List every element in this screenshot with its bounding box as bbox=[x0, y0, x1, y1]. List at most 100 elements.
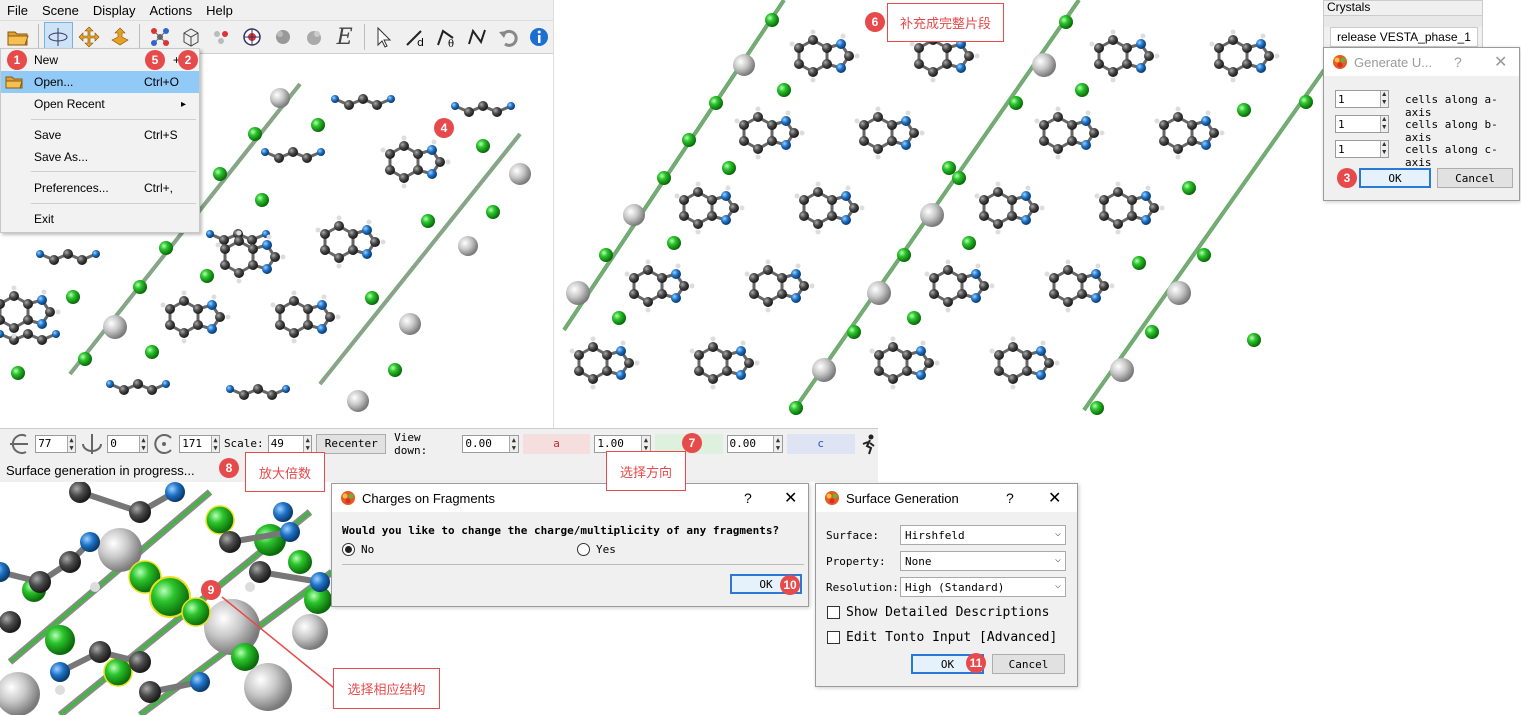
view-c-axis-button[interactable]: c bbox=[786, 433, 855, 454]
rotate-x-input[interactable]: ▲▼ bbox=[35, 434, 76, 453]
rotate-z-input[interactable]: ▲▼ bbox=[179, 434, 220, 453]
callout-select-structure: 选择相应结构 bbox=[333, 668, 440, 709]
menu-actions[interactable]: Actions bbox=[142, 3, 199, 18]
spin-arrows-icon[interactable]: ▲ ▼ bbox=[509, 435, 518, 452]
property-select[interactable]: None ⌵ bbox=[900, 551, 1066, 571]
running-man-icon[interactable] bbox=[859, 433, 878, 455]
rotate-z-value[interactable] bbox=[180, 435, 211, 452]
spin-arrows-icon[interactable]: ▲ ▼ bbox=[210, 435, 219, 452]
cloud-surface-icon[interactable] bbox=[269, 22, 298, 52]
crystals-panel-title: Crystals bbox=[1327, 0, 1371, 14]
surface-select[interactable]: Hirshfeld ⌵ bbox=[900, 525, 1066, 545]
surface-cancel-button[interactable]: Cancel bbox=[992, 654, 1065, 674]
menu-item-exit[interactable]: Exit bbox=[1, 208, 199, 230]
surface-target-icon[interactable] bbox=[238, 22, 267, 52]
a-axis-cells-value[interactable] bbox=[1336, 91, 1380, 107]
c-axis-cells-input[interactable]: ▲▼ bbox=[1335, 140, 1389, 158]
step-marker-4: 4 bbox=[434, 118, 454, 138]
b-axis-cells-value[interactable] bbox=[1336, 116, 1380, 132]
submenu-arrow-icon: ▸ bbox=[181, 98, 187, 110]
menu-item-save-as[interactable]: Save As... bbox=[1, 146, 199, 168]
step-marker-1: 1 bbox=[7, 50, 27, 70]
show-descriptions-checkbox[interactable]: Show Detailed Descriptions bbox=[827, 605, 1050, 620]
close-icon[interactable]: ✕ bbox=[1494, 52, 1507, 72]
charges-dialog: Charges on Fragments ? ✕ Would you like … bbox=[331, 483, 809, 607]
menu-help[interactable]: Help bbox=[199, 3, 240, 18]
generate-dialog-title: Generate U... bbox=[1354, 54, 1433, 70]
menu-item-shortcut: Ctrl+O bbox=[144, 75, 180, 89]
a-axis-cells-input[interactable]: ▲▼ bbox=[1335, 90, 1389, 108]
structure-view-2[interactable] bbox=[553, 0, 1326, 428]
info-icon[interactable] bbox=[524, 22, 553, 52]
undo-icon[interactable] bbox=[493, 22, 522, 52]
spin-arrows-icon[interactable]: ▲ ▼ bbox=[773, 435, 782, 452]
menu-item-save[interactable]: Save Ctrl+S bbox=[1, 124, 199, 146]
surface-dialog-title: Surface Generation bbox=[846, 490, 959, 506]
view-c-input[interactable]: ▲▼ bbox=[726, 434, 783, 453]
generate-cancel-button[interactable]: Cancel bbox=[1437, 168, 1513, 188]
spin-arrows-icon[interactable]: ▲ ▼ bbox=[1379, 116, 1388, 132]
help-icon[interactable]: ? bbox=[1006, 490, 1014, 506]
menu-item-open-recent[interactable]: Open Recent ▸ bbox=[1, 93, 199, 115]
close-icon[interactable]: ✕ bbox=[784, 488, 797, 508]
rotate-x-value[interactable] bbox=[36, 435, 67, 452]
crystals-panel: Crystals release VESTA_phase_1 bbox=[1323, 0, 1483, 48]
select-pointer-icon[interactable] bbox=[370, 22, 399, 52]
structure-view-3[interactable] bbox=[0, 481, 335, 715]
menu-display[interactable]: Display bbox=[86, 3, 143, 18]
close-icon[interactable]: ✕ bbox=[1048, 488, 1061, 508]
checkbox-box[interactable] bbox=[827, 631, 840, 644]
view-a-input[interactable]: ▲▼ bbox=[462, 434, 519, 453]
rotate-y-value[interactable] bbox=[108, 435, 139, 452]
edit-tonto-checkbox[interactable]: Edit Tonto Input [Advanced] bbox=[827, 630, 1057, 645]
energy-e-icon[interactable]: E bbox=[330, 22, 359, 52]
cloud-surface-2-icon[interactable] bbox=[299, 22, 328, 52]
spin-arrows-icon[interactable]: ▲ ▼ bbox=[1379, 91, 1388, 107]
spin-arrows-icon[interactable]: ▲ ▼ bbox=[66, 435, 75, 452]
menu-item-preferences[interactable]: Preferences... Ctrl+, bbox=[1, 177, 199, 199]
toolbar-separator bbox=[364, 24, 366, 50]
b-axis-cells-input[interactable]: ▲▼ bbox=[1335, 115, 1389, 133]
dialog-divider bbox=[342, 564, 804, 565]
view-down-label: View down: bbox=[394, 430, 428, 457]
help-icon[interactable]: ? bbox=[1454, 54, 1462, 70]
measure-distance-icon[interactable]: d bbox=[401, 22, 430, 52]
spin-arrows-icon[interactable]: ▲ ▼ bbox=[303, 435, 312, 452]
menu-file[interactable]: File bbox=[0, 3, 35, 18]
view-a-value[interactable] bbox=[463, 435, 510, 452]
menu-item-label: Exit bbox=[34, 212, 55, 226]
chevron-down-icon: ⌵ bbox=[1054, 580, 1061, 591]
view-a-axis-button[interactable]: a bbox=[522, 433, 591, 454]
radio-no[interactable]: No bbox=[342, 543, 374, 556]
menu-item-new[interactable]: New +N bbox=[1, 49, 199, 71]
radio-yes-indicator[interactable] bbox=[577, 543, 590, 556]
scale-input[interactable]: ▲▼ bbox=[267, 434, 313, 453]
help-icon[interactable]: ? bbox=[744, 490, 752, 506]
spin-arrows-icon[interactable]: ▲ ▼ bbox=[641, 435, 650, 452]
menu-item-open[interactable]: Open... Ctrl+O bbox=[1, 71, 199, 93]
menu-scene[interactable]: Scene bbox=[35, 3, 86, 18]
radio-no-indicator[interactable] bbox=[342, 543, 355, 556]
chevron-down-icon: ⌵ bbox=[1054, 554, 1061, 565]
surface-dialog-titlebar: Surface Generation ? ✕ bbox=[816, 484, 1077, 512]
measure-angle-icon[interactable]: θ bbox=[432, 22, 461, 52]
generate-ok-button[interactable]: OK bbox=[1359, 168, 1431, 188]
radio-yes[interactable]: Yes bbox=[577, 543, 616, 556]
crystal-list-item[interactable]: release VESTA_phase_1 bbox=[1330, 27, 1478, 47]
view-b-input[interactable]: ▲▼ bbox=[594, 434, 651, 453]
view-c-value[interactable] bbox=[727, 435, 774, 452]
open-folder-icon bbox=[5, 76, 23, 89]
view-b-value[interactable] bbox=[595, 435, 642, 452]
callout-select-direction: 选择方向 bbox=[606, 451, 686, 491]
molecule-scene-3 bbox=[0, 481, 335, 715]
spin-arrows-icon[interactable]: ▲ ▼ bbox=[138, 435, 147, 452]
resolution-select[interactable]: High (Standard) ⌵ bbox=[900, 577, 1066, 597]
rotate-y-input[interactable]: ▲▼ bbox=[107, 434, 148, 453]
c-axis-cells-value[interactable] bbox=[1336, 141, 1380, 157]
measure-torsion-icon[interactable] bbox=[463, 22, 492, 52]
checkbox-box[interactable] bbox=[827, 606, 840, 619]
scale-value[interactable] bbox=[268, 435, 304, 452]
spin-arrows-icon[interactable]: ▲ ▼ bbox=[1379, 141, 1388, 157]
recenter-button[interactable]: Recenter bbox=[316, 433, 387, 454]
fragment-icon[interactable] bbox=[207, 22, 236, 52]
